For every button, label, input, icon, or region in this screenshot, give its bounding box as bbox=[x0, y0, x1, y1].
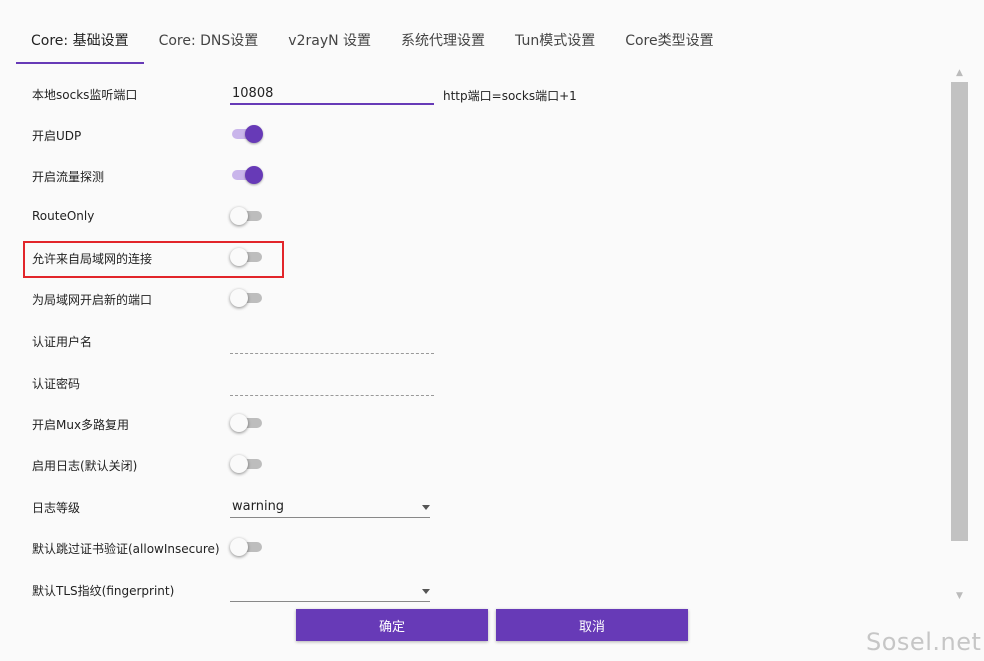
cancel-button[interactable]: 取消 bbox=[496, 609, 688, 641]
ok-button[interactable]: 确定 bbox=[296, 609, 488, 641]
mux-label: 开启Mux多路复用 bbox=[32, 418, 130, 432]
allow-lan-label: 允许来自局域网的连接 bbox=[32, 252, 153, 266]
scrollbar[interactable]: ▲ ▼ bbox=[951, 65, 968, 605]
mux-toggle[interactable] bbox=[230, 414, 263, 432]
scrollbar-thumb[interactable] bbox=[951, 82, 968, 541]
allow-insecure-label: 默认跳过证书验证(allowInsecure) bbox=[32, 542, 220, 556]
log-level-label: 日志等级 bbox=[32, 501, 81, 515]
udp-label: 开启UDP bbox=[32, 129, 82, 143]
arrow-down-icon[interactable]: ▼ bbox=[951, 588, 968, 605]
sniffing-toggle[interactable] bbox=[230, 166, 263, 184]
socks-port-input[interactable] bbox=[230, 83, 434, 105]
watermark: Sosel.net bbox=[866, 628, 982, 656]
arrow-up-icon[interactable]: ▲ bbox=[951, 65, 968, 82]
fingerprint-select[interactable] bbox=[230, 581, 430, 602]
new-lan-port-label: 为局域网开启新的端口 bbox=[32, 293, 153, 307]
tab-core-basic[interactable]: Core: 基础设置 bbox=[16, 22, 144, 64]
allow-lan-toggle[interactable] bbox=[230, 248, 263, 266]
auth-pass-label: 认证密码 bbox=[32, 377, 81, 391]
tab-tun-mode[interactable]: Tun模式设置 bbox=[500, 22, 610, 62]
allow-insecure-toggle[interactable] bbox=[230, 538, 263, 556]
tab-v2rayn[interactable]: v2rayN 设置 bbox=[273, 22, 386, 62]
route-only-toggle[interactable] bbox=[230, 207, 263, 225]
sniffing-label: 开启流量探测 bbox=[32, 170, 105, 184]
fingerprint-label: 默认TLS指纹(fingerprint) bbox=[32, 584, 175, 598]
tab-bar: Core: 基础设置 Core: DNS设置 v2rayN 设置 系统代理设置 … bbox=[16, 22, 729, 64]
log-label: 启用日志(默认关闭) bbox=[32, 459, 138, 473]
new-lan-port-toggle[interactable] bbox=[230, 289, 263, 307]
auth-pass-input[interactable] bbox=[230, 375, 434, 396]
log-toggle[interactable] bbox=[230, 455, 263, 473]
tab-core-type[interactable]: Core类型设置 bbox=[610, 22, 728, 62]
route-only-label: RouteOnly bbox=[32, 209, 95, 223]
http-port-hint: http端口=socks端口+1 bbox=[443, 89, 577, 103]
chevron-down-icon bbox=[422, 505, 430, 510]
chevron-down-icon bbox=[422, 589, 430, 594]
tab-core-dns[interactable]: Core: DNS设置 bbox=[144, 22, 274, 62]
log-level-select[interactable]: warning bbox=[230, 497, 430, 518]
log-level-value: warning bbox=[232, 499, 285, 514]
auth-user-input[interactable] bbox=[230, 333, 434, 354]
socks-port-label: 本地socks监听端口 bbox=[32, 88, 138, 102]
auth-user-label: 认证用户名 bbox=[32, 335, 93, 349]
tab-system-proxy[interactable]: 系统代理设置 bbox=[386, 22, 500, 62]
udp-toggle[interactable] bbox=[230, 125, 263, 143]
